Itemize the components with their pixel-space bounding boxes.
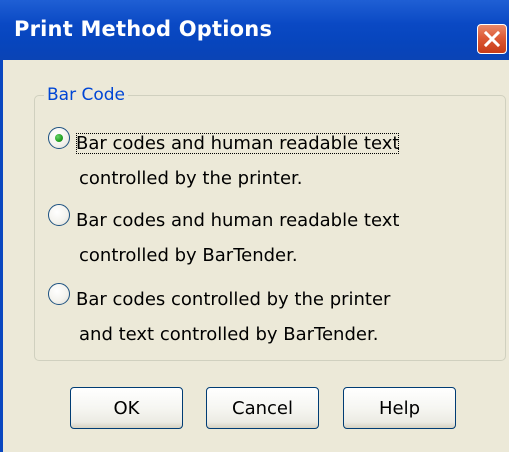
option-label-line1: Bar codes and human readable text xyxy=(76,210,400,231)
option-label-line2: controlled by BarTender. xyxy=(79,245,298,266)
option-label-line2: and text controlled by BarTender. xyxy=(79,324,379,345)
help-button[interactable]: Help xyxy=(343,387,456,429)
bar-code-group-label: Bar Code xyxy=(44,84,128,106)
option-label[interactable]: Bar codes controlled by the printer and … xyxy=(76,282,390,352)
cancel-button[interactable]: Cancel xyxy=(206,387,319,429)
radio-selected-dot xyxy=(55,134,63,142)
title-bar[interactable]: Print Method Options xyxy=(0,0,509,60)
option-label-line1: Bar codes controlled by the printer xyxy=(76,289,391,310)
option-label[interactable]: Bar codes and human readable text contro… xyxy=(76,126,400,196)
close-icon xyxy=(483,30,501,48)
option-label-line1: Bar codes and human readable text xyxy=(76,133,400,154)
option-label[interactable]: Bar codes and human readable text contro… xyxy=(76,203,399,273)
dialog-title: Print Method Options xyxy=(14,17,273,41)
radio-button-selected[interactable] xyxy=(48,127,70,149)
ok-button[interactable]: OK xyxy=(70,387,183,429)
close-button[interactable] xyxy=(477,24,507,54)
radio-button[interactable] xyxy=(48,283,70,305)
radio-button[interactable] xyxy=(48,204,70,226)
option-label-line2: controlled by the printer. xyxy=(79,168,303,189)
print-method-options-dialog: Print Method Options Bar Code Bar codes … xyxy=(0,0,509,452)
